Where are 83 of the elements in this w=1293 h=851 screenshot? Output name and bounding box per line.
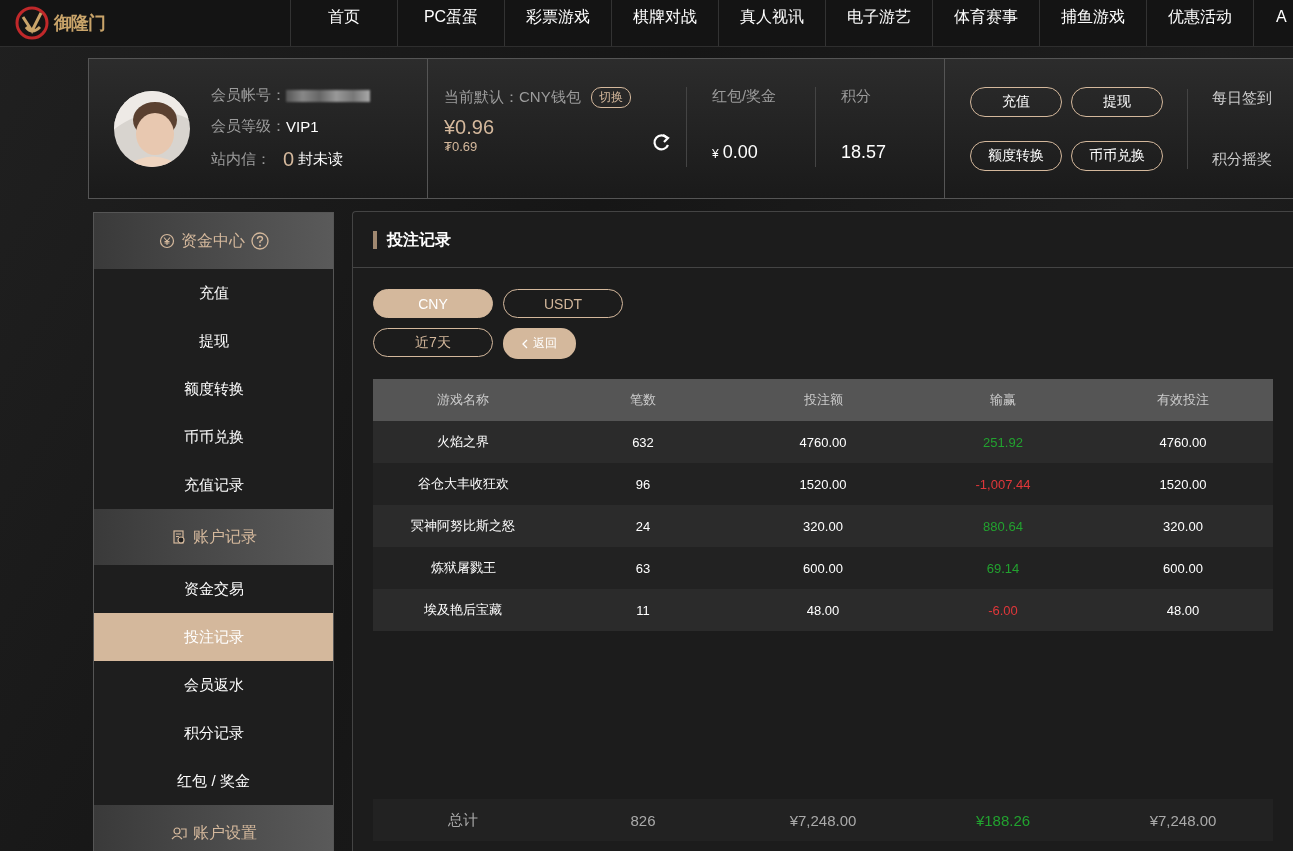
nav-item[interactable]: 真人视讯 [718,0,825,46]
table-cell-text: 251.92 [982,434,1024,450]
table-cell-text: 320.00 [1162,518,1204,534]
currency-sign: ¥ [712,147,719,161]
table-cell-text: 632 [631,434,655,450]
promo-link[interactable]: 积分摇奖 [1212,149,1272,169]
unread-text: 封未读 [298,150,344,169]
section-title: 账户设置 [192,822,257,843]
nav-item[interactable]: PC蛋蛋 [397,0,504,46]
menu-item[interactable]: 额度转换 [94,365,333,413]
currency-icon [158,233,175,249]
table-cell-text: 谷仓大丰收狂欢 [416,475,510,493]
column-header: 投注额 [802,391,844,409]
nav-item[interactable]: 体育赛事 [932,0,1039,46]
table-cell-text: 48.00 [1165,602,1201,618]
panel-title: 投注记录 [373,230,451,249]
wallet-label: 当前默认：CNY钱包 [444,88,581,107]
menu-item[interactable]: 充值记录 [94,461,333,509]
total-cell-text: 826 [629,811,657,829]
table-cell-text: 1520.00 [798,476,848,492]
refresh-icon[interactable] [652,132,672,152]
user-icon [170,825,187,841]
table-cell-text: 1520.00 [1158,476,1208,492]
menu-item[interactable]: 积分记录 [94,709,333,757]
table-cell-text: 11 [635,602,651,618]
member-level: VIP1 [286,118,319,135]
total-cell-text: ¥188.26 [974,811,1032,829]
menu-item[interactable]: 红包 / 奖金 [94,757,333,805]
table-cell-text: 320.00 [802,518,844,534]
bonus-label: 红包/奖金 [712,87,778,106]
nav-item[interactable]: 首页 [290,0,397,46]
table-cell-text: 炼狱屠戮王 [429,559,497,577]
menu-item[interactable]: 币币兑换 [94,413,333,461]
promo-link[interactable]: 每日签到 [1212,88,1272,108]
bonus-value: 0.00 [722,142,758,162]
column-header: 笔数 [629,391,657,409]
help-icon [250,232,269,250]
table-cell-text: -6.00 [987,602,1019,618]
menu-item[interactable]: 充值 [94,269,333,317]
table-cell-text: 48.00 [805,602,841,618]
total-cell-text: ¥7,248.00 [1148,811,1218,829]
menu-item[interactable]: 提现 [94,317,333,365]
unread-count: 0 [283,148,295,171]
table-cell-text: 600.00 [802,560,844,576]
column-header: 有效投注 [1156,391,1210,409]
table-cell-text: 600.00 [1162,560,1204,576]
nav-item[interactable]: 捕鱼游戏 [1039,0,1146,46]
usdt-balance: ₮0.69 [444,139,478,154]
points-value: 18.57 [841,142,888,164]
table-cell-text: 埃及艳后宝藏 [423,601,503,619]
table-cell-text: 69.14 [985,560,1021,576]
menu-item[interactable]: 资金交易 [94,565,333,613]
chevron-left-icon [522,338,528,349]
table-cell-text: 4760.00 [798,434,848,450]
nav-item[interactable]: 电子游艺 [825,0,932,46]
document-icon [170,529,187,545]
table-cell-text: 63 [634,560,652,576]
column-header: 游戏名称 [436,391,490,409]
wallet-balance: ¥0.96 [444,116,495,139]
nav-item[interactable]: A [1253,0,1293,46]
table-cell-text: 4760.00 [1158,434,1208,450]
table-cell-text: 880.64 [982,518,1024,534]
messages-label: 站内信： [211,150,271,169]
section-title: 账户记录 [192,526,257,547]
switch-button[interactable]: 切换 [590,87,631,108]
account-label: 会员帐号： [211,86,286,105]
section-title: 资金中心 [180,230,245,251]
level-label: 会员等级： [211,117,286,136]
points-label: 积分 [841,87,872,106]
table-cell-text: -1,007.44 [974,476,1032,492]
total-cell-text: 总计 [447,810,479,830]
table-cell-text: 冥神阿努比斯之怒 [410,517,516,535]
nav-item[interactable]: 棋牌对战 [611,0,718,46]
nav-item[interactable]: 彩票游戏 [504,0,611,46]
table-cell-text: 96 [634,476,652,492]
total-cell-text: ¥7,248.00 [788,811,858,829]
nav-item[interactable]: 优惠活动 [1146,0,1253,46]
column-header: 输赢 [989,391,1017,409]
menu-item[interactable]: 会员返水 [94,661,333,709]
table-cell-text: 24 [634,518,652,534]
logo-text: 御隆门 [54,12,105,35]
logo-icon [14,5,50,41]
table-cell-text: 火焰之界 [436,433,490,451]
